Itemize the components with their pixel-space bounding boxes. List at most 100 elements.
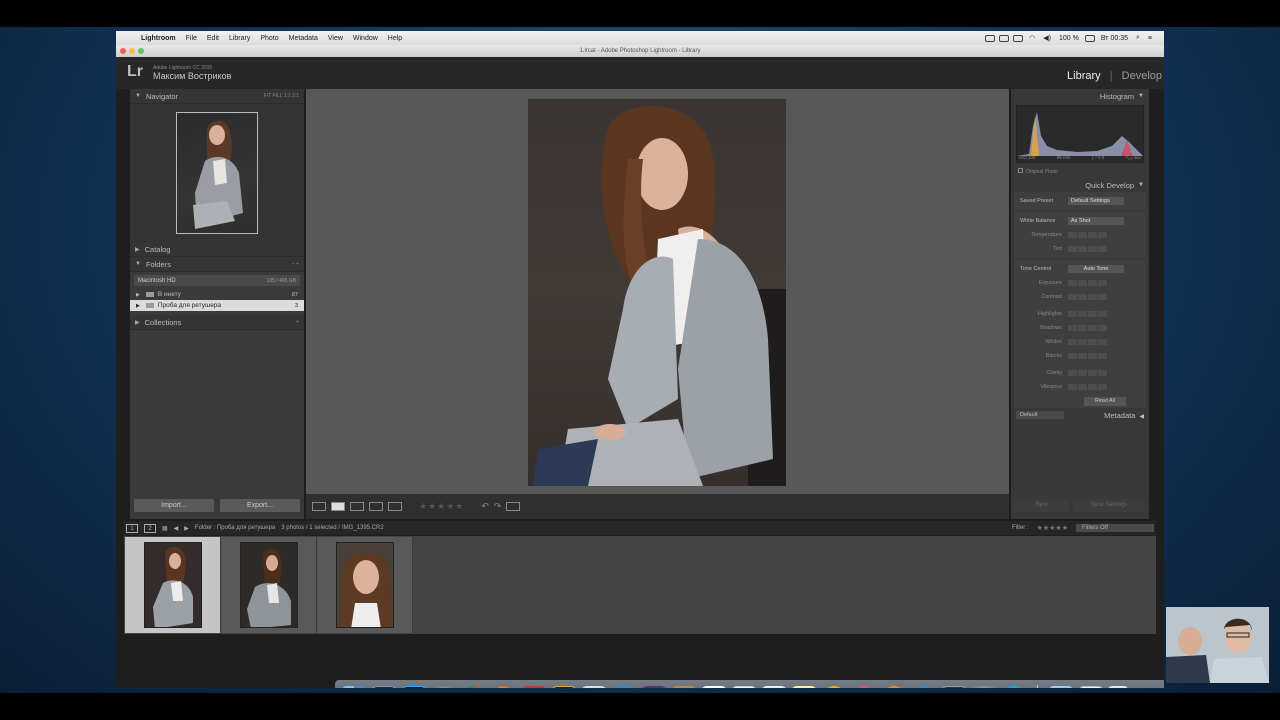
main-photo[interactable] bbox=[528, 99, 786, 486]
ibooks-icon[interactable] bbox=[881, 686, 907, 688]
compare-view-icon[interactable] bbox=[350, 502, 364, 511]
white-balance-select[interactable]: As Shot bbox=[1068, 217, 1124, 225]
applications-folder-icon[interactable] bbox=[1048, 686, 1074, 688]
menu-lightroom[interactable]: Lightroom bbox=[136, 35, 181, 42]
navigator-thumbnail[interactable] bbox=[176, 112, 258, 234]
people-view-icon[interactable] bbox=[388, 502, 402, 511]
folders-header[interactable]: ▼ Folders − + bbox=[130, 257, 304, 272]
original-photo-checkbox[interactable]: Original Photo bbox=[1011, 165, 1149, 178]
catalog-header[interactable]: ▶ Catalog bbox=[130, 242, 304, 257]
grid-view-icon[interactable] bbox=[312, 502, 326, 511]
photos-icon[interactable] bbox=[821, 686, 847, 688]
window-1-button[interactable]: 1 bbox=[126, 523, 138, 533]
mail-icon[interactable] bbox=[761, 686, 787, 688]
skype-icon[interactable]: S bbox=[1001, 686, 1027, 688]
chrome-icon[interactable] bbox=[461, 686, 487, 688]
calendar-icon[interactable]: 26 bbox=[701, 686, 727, 688]
navigator-header[interactable]: ▼ Navigator FIT FILL 1:1 2:1 bbox=[130, 89, 304, 104]
module-library[interactable]: Library bbox=[1067, 70, 1101, 82]
menu-metadata[interactable]: Metadata bbox=[284, 35, 323, 42]
adjust-buttons[interactable] bbox=[1068, 384, 1107, 390]
photobooth-icon[interactable] bbox=[941, 686, 967, 688]
volume-row[interactable]: Macintosh HD 135 / 465 GB bbox=[134, 275, 300, 286]
menu-library[interactable]: Library bbox=[224, 35, 255, 42]
menu-help[interactable]: Help bbox=[383, 35, 407, 42]
battery-icon[interactable] bbox=[1084, 34, 1095, 42]
finder-icon[interactable] bbox=[341, 686, 367, 688]
disk-utility-icon[interactable] bbox=[431, 686, 457, 688]
module-develop[interactable]: Develop bbox=[1122, 70, 1162, 82]
system-preferences-icon[interactable] bbox=[971, 686, 997, 688]
filmstrip-source[interactable]: Folder : Проба для ретушера bbox=[195, 525, 275, 531]
loupe-view-icon[interactable] bbox=[331, 502, 345, 511]
zoom-options[interactable]: FIT FILL 1:1 2:1 bbox=[264, 93, 299, 99]
auto-tone-button[interactable]: Auto Tone bbox=[1068, 265, 1124, 273]
adjust-buttons[interactable] bbox=[1068, 311, 1107, 317]
filmstrip-cell[interactable] bbox=[317, 537, 413, 633]
quick-develop-header[interactable]: Quick Develop ▼ bbox=[1011, 178, 1149, 192]
zoom-button[interactable] bbox=[138, 48, 144, 54]
battery-text[interactable]: 100 % bbox=[1055, 35, 1083, 42]
metadata-header[interactable]: Default Metadata ◀ bbox=[1011, 408, 1149, 422]
sync-button[interactable]: Sync bbox=[1015, 499, 1069, 512]
status-icon[interactable] bbox=[999, 34, 1010, 42]
grid-icon[interactable]: ▦ bbox=[162, 525, 168, 532]
filmstrip-thumbnail[interactable] bbox=[336, 542, 394, 628]
metadata-preset-select[interactable]: Default bbox=[1016, 411, 1064, 419]
menu-photo[interactable]: Photo bbox=[255, 35, 283, 42]
folders-add-icon[interactable]: − + bbox=[292, 261, 299, 267]
adjust-buttons[interactable] bbox=[1068, 353, 1107, 359]
adjust-buttons[interactable] bbox=[1068, 294, 1107, 300]
selected-filename[interactable]: IMG_1395.CR2 bbox=[342, 525, 384, 531]
contacts-icon[interactable] bbox=[671, 686, 697, 688]
sync-settings-button[interactable]: Sync Settings bbox=[1073, 499, 1145, 512]
expand-triangle-icon[interactable]: ▶ bbox=[136, 292, 140, 298]
menu-view[interactable]: View bbox=[323, 35, 348, 42]
notes-icon[interactable] bbox=[791, 686, 817, 688]
menu-edit[interactable]: Edit bbox=[202, 35, 224, 42]
documents-stack-icon[interactable] bbox=[1078, 686, 1104, 688]
itunes-icon[interactable] bbox=[851, 686, 877, 688]
filmstrip-cell[interactable] bbox=[221, 537, 317, 633]
survey-view-icon[interactable] bbox=[369, 502, 383, 511]
checkbox-icon[interactable] bbox=[1018, 168, 1023, 173]
adjust-buttons[interactable] bbox=[1068, 339, 1107, 345]
histogram-header[interactable]: Histogram ▼ bbox=[1011, 89, 1149, 103]
trash-icon[interactable] bbox=[1108, 686, 1128, 688]
bridge-icon[interactable]: Br bbox=[551, 686, 577, 688]
wifi-icon[interactable]: ◠ bbox=[1025, 34, 1039, 42]
ftp-icon[interactable] bbox=[521, 686, 547, 688]
filmstrip-thumbnail[interactable] bbox=[240, 542, 298, 628]
close-button[interactable] bbox=[120, 48, 126, 54]
imovie-icon[interactable]: ★ bbox=[641, 686, 667, 688]
menu-file[interactable]: File bbox=[181, 35, 202, 42]
adjust-buttons[interactable] bbox=[1068, 232, 1107, 238]
menu-window[interactable]: Window bbox=[348, 35, 383, 42]
spotlight-icon[interactable]: ⌕ bbox=[1132, 34, 1144, 42]
adjust-buttons[interactable] bbox=[1068, 280, 1107, 286]
saved-preset-select[interactable]: Default Settings bbox=[1068, 197, 1124, 205]
collections-header[interactable]: ▶ Collections + bbox=[130, 315, 304, 330]
preview-icon[interactable] bbox=[581, 686, 607, 688]
appstore-icon[interactable] bbox=[911, 686, 937, 688]
collections-add-icon[interactable]: + bbox=[296, 319, 299, 325]
back-arrow-icon[interactable]: ◀ bbox=[174, 525, 179, 532]
adjust-buttons[interactable] bbox=[1068, 370, 1107, 376]
notification-center-icon[interactable]: ≡ bbox=[1144, 35, 1156, 42]
adjust-buttons[interactable] bbox=[1068, 325, 1107, 331]
rotate-left-icon[interactable]: ↶ bbox=[481, 501, 489, 512]
folder-row-selected[interactable]: ▶ Проба для ретушера 3 bbox=[130, 300, 304, 311]
slideshow-icon[interactable] bbox=[506, 502, 521, 511]
reminders-icon[interactable] bbox=[731, 686, 757, 688]
filter-stars[interactable]: ★★★★★ bbox=[1037, 524, 1068, 532]
minimize-button[interactable] bbox=[129, 48, 135, 54]
expand-triangle-icon[interactable]: ▶ bbox=[136, 303, 140, 309]
navigator-preview[interactable] bbox=[130, 104, 304, 242]
photoshop-icon[interactable]: Ps bbox=[401, 686, 427, 688]
rating-stars[interactable]: ★★★★★ bbox=[419, 501, 464, 512]
adjust-buttons[interactable] bbox=[1068, 246, 1107, 252]
lightroom-icon[interactable]: Lr bbox=[371, 686, 397, 688]
filmstrip-cell-selected[interactable] bbox=[125, 537, 221, 633]
status-icon[interactable] bbox=[1013, 34, 1024, 42]
filmstrip-thumbnail[interactable] bbox=[144, 542, 202, 628]
